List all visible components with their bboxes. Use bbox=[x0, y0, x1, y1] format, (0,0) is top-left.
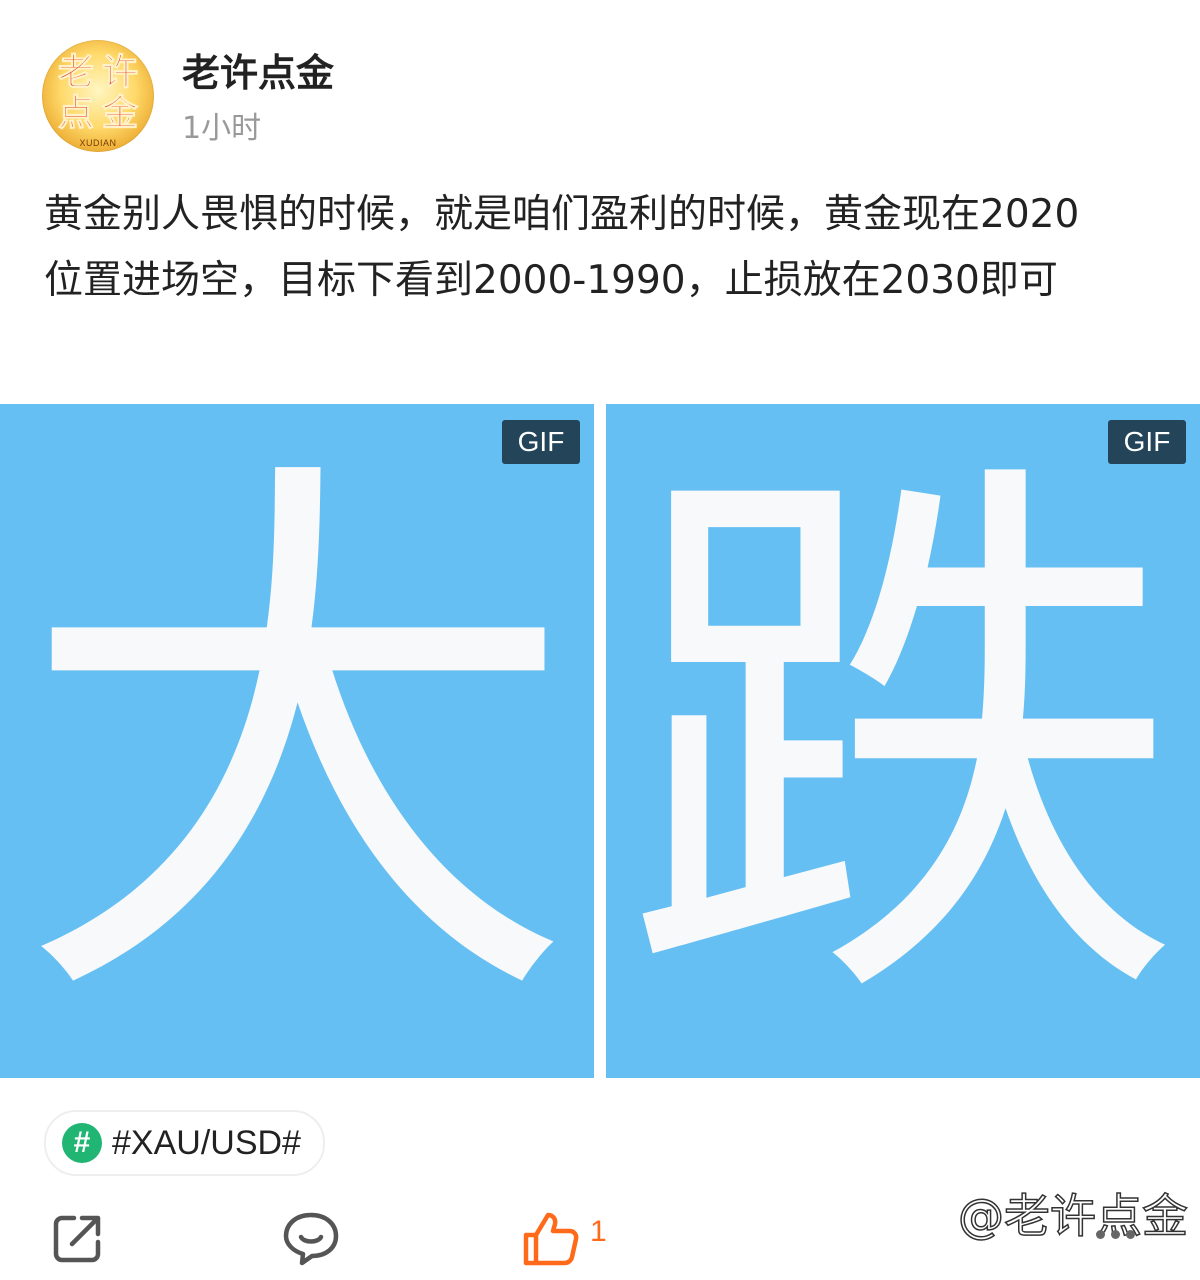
like-button[interactable]: 1 bbox=[522, 1208, 607, 1268]
comment-button[interactable] bbox=[282, 1208, 340, 1268]
more-icon[interactable] bbox=[1096, 1230, 1135, 1239]
gif-badge: GIF bbox=[502, 420, 580, 464]
watermark: @老许点金 bbox=[957, 1188, 1189, 1244]
comment-icon bbox=[282, 1209, 340, 1267]
hash-icon: # bbox=[62, 1123, 102, 1163]
avatar-char: 许 bbox=[101, 51, 138, 93]
avatar-char: 金 bbox=[101, 92, 138, 134]
gif-image-da[interactable]: 大 GIF bbox=[0, 404, 594, 1078]
avatar-subtext: XUDIAN bbox=[79, 138, 117, 148]
author-avatar[interactable]: 老 许 点 金 XUDIAN bbox=[42, 40, 154, 152]
media-gallery: 大 GIF 跌 GIF bbox=[0, 404, 1200, 1078]
gif-badge: GIF bbox=[1108, 420, 1186, 464]
gif-image-die[interactable]: 跌 GIF bbox=[606, 404, 1200, 1078]
thumbs-up-icon bbox=[522, 1209, 580, 1267]
author-name[interactable]: 老许点金 bbox=[182, 48, 334, 98]
like-count: 1 bbox=[590, 1215, 607, 1248]
avatar-char: 老 bbox=[57, 51, 94, 93]
gif-character: 大 bbox=[17, 418, 577, 1070]
dot bbox=[1111, 1230, 1120, 1239]
share-button[interactable] bbox=[50, 1208, 106, 1268]
topic-tag[interactable]: # #XAU/USD# bbox=[44, 1110, 325, 1176]
dot bbox=[1096, 1230, 1105, 1239]
dot bbox=[1126, 1230, 1135, 1239]
share-icon bbox=[50, 1210, 106, 1266]
gif-character: 跌 bbox=[623, 418, 1183, 1070]
post-text: 黄金别人畏惧的时候，就是咱们盈利的时候，黄金现在2020位置进场空，目标下看到2… bbox=[44, 192, 1080, 303]
avatar-logo: 老 许 点 金 bbox=[54, 51, 142, 134]
avatar-char: 点 bbox=[57, 92, 94, 134]
post-timestamp: 1小时 bbox=[182, 111, 262, 146]
topic-label: #XAU/USD# bbox=[112, 1123, 301, 1162]
